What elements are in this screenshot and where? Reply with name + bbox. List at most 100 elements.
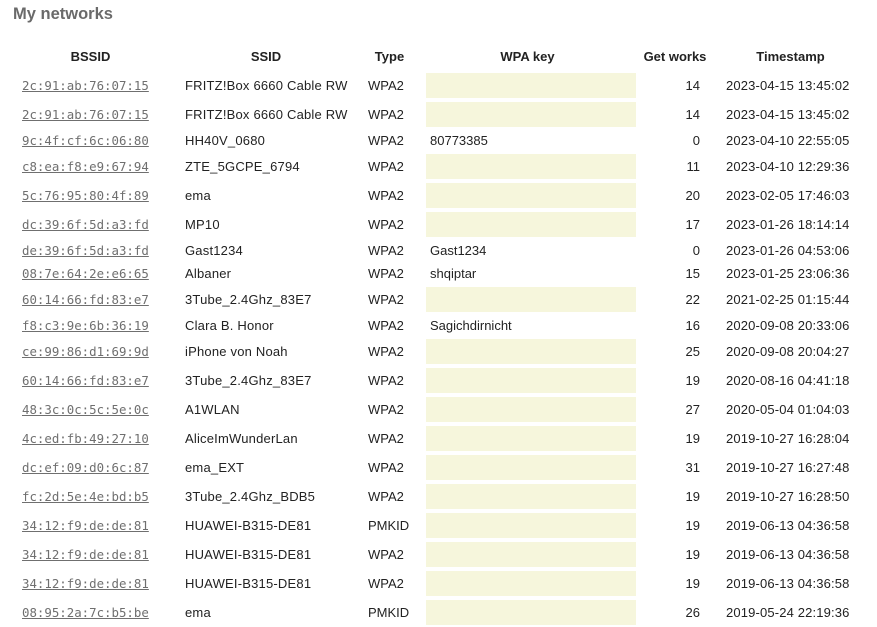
bssid-link[interactable]: de:39:6f:5d:a3:fd (22, 243, 149, 258)
wpa-key-cell (420, 569, 636, 598)
ssid-cell: A1WLAN (185, 402, 240, 417)
get-works-cell: 22 (685, 292, 700, 307)
table-row: de:39:6f:5d:a3:fd Gast1234 WPA2 Gast1234 0 20… (8, 239, 866, 262)
get-works-cell: 19 (685, 431, 700, 446)
wpa-key-input[interactable] (426, 154, 636, 179)
bssid-link[interactable]: dc:39:6f:5d:a3:fd (22, 217, 149, 232)
wpa-key-cell: 80773385 (420, 129, 635, 152)
bssid-cell: ce:99:86:d1:69:9d (8, 337, 173, 366)
type-cell: WPA2 (368, 460, 404, 475)
bssid-cell: 2c:91:ab:76:07:15 (8, 71, 173, 100)
column-header-ssid: SSID (250, 48, 282, 64)
get-works-cell: 20 (685, 188, 700, 203)
wpa-key-input[interactable] (426, 600, 636, 625)
timestamp-cell: 2023-01-26 18:14:14 (726, 217, 850, 232)
networks-table-body: 2c:91:ab:76:07:15 FRITZ!Box 6660 Cable RW… (8, 71, 866, 627)
bssid-cell: dc:ef:09:d0:6c:87 (8, 453, 173, 482)
ssid-cell: 3Tube_2.4Ghz_83E7 (185, 292, 312, 307)
wpa-key-input[interactable] (426, 571, 636, 596)
table-row: 5c:76:95:80:4f:89 ema WPA2 20 2023-02-05 17:… (8, 181, 866, 210)
get-works-cell: 25 (685, 344, 700, 359)
bssid-link[interactable]: c8:ea:f8:e9:67:94 (22, 159, 149, 174)
bssid-link[interactable]: 34:12:f9:de:de:81 (22, 518, 149, 533)
table-row: 08:95:2a:7c:b5:be ema PMKID 26 2019-05-24 22… (8, 598, 866, 627)
type-cell: WPA2 (368, 547, 404, 562)
timestamp-cell: 2019-10-27 16:27:48 (726, 460, 850, 475)
type-cell: PMKID (368, 605, 410, 620)
bssid-link[interactable]: 08:7e:64:2e:e6:65 (22, 266, 149, 281)
column-header-type: Type (374, 48, 405, 64)
timestamp-cell: 2023-02-05 17:46:03 (726, 188, 850, 203)
bssid-link[interactable]: dc:ef:09:d0:6c:87 (22, 460, 149, 475)
ssid-cell: ZTE_5GCPE_6794 (185, 159, 300, 174)
get-works-cell: 31 (685, 460, 700, 475)
wpa-key-cell (420, 152, 636, 181)
wpa-key-cell (420, 511, 636, 540)
type-cell: WPA2 (368, 292, 404, 307)
ssid-cell: HH40V_0680 (185, 133, 266, 148)
bssid-link[interactable]: 60:14:66:fd:83:e7 (22, 373, 149, 388)
wpa-key-input[interactable] (426, 484, 636, 509)
wpa-key-value: Sagichdirnicht (430, 318, 512, 333)
wpa-key-value: 80773385 (430, 133, 488, 148)
wpa-key-cell (420, 337, 636, 366)
wpa-key-input[interactable] (426, 397, 636, 422)
wpa-key-input[interactable] (426, 212, 636, 237)
networks-table: BSSID SSID Type WPA key Get works Timest… (8, 41, 866, 627)
bssid-link[interactable]: fc:2d:5e:4e:bd:b5 (22, 489, 149, 504)
table-row: ce:99:86:d1:69:9d iPhone von Noah WPA2 25 20… (8, 337, 866, 366)
wpa-key-input[interactable] (426, 513, 636, 538)
get-works-cell: 19 (685, 489, 700, 504)
table-row: 34:12:f9:de:de:81 HUAWEI-B315-DE81 WPA2 19 2… (8, 540, 866, 569)
bssid-link[interactable]: 34:12:f9:de:de:81 (22, 576, 149, 591)
bssid-link[interactable]: f8:c3:9e:6b:36:19 (22, 318, 149, 333)
wpa-key-cell (420, 181, 636, 210)
bssid-link[interactable]: 4c:ed:fb:49:27:10 (22, 431, 149, 446)
timestamp-cell: 2021-02-25 01:15:44 (726, 292, 850, 307)
bssid-link[interactable]: 2c:91:ab:76:07:15 (22, 107, 149, 122)
type-cell: WPA2 (368, 159, 404, 174)
bssid-link[interactable]: ce:99:86:d1:69:9d (22, 344, 149, 359)
wpa-key-cell (420, 395, 636, 424)
ssid-cell: FRITZ!Box 6660 Cable RW (185, 107, 348, 122)
wpa-key-input[interactable] (426, 339, 636, 364)
page-title: My networks (13, 5, 113, 23)
wpa-key-input[interactable] (426, 455, 636, 480)
timestamp-cell: 2023-04-15 13:45:02 (726, 107, 850, 122)
ssid-cell: AliceImWunderLan (185, 431, 298, 446)
wpa-key-input[interactable] (426, 287, 636, 312)
column-header-get-works: Get works (643, 48, 707, 64)
wpa-key-input[interactable] (426, 102, 636, 127)
table-row: 34:12:f9:de:de:81 HUAWEI-B315-DE81 WPA2 19 2… (8, 569, 866, 598)
table-row: fc:2d:5e:4e:bd:b5 3Tube_2.4Ghz_BDB5 WPA2 19… (8, 482, 866, 511)
table-row: 4c:ed:fb:49:27:10 AliceImWunderLan WPA2 19 2… (8, 424, 866, 453)
get-works-cell: 0 (692, 243, 700, 258)
bssid-cell: c8:ea:f8:e9:67:94 (8, 152, 173, 181)
wpa-key-input[interactable] (426, 183, 636, 208)
bssid-link[interactable]: 48:3c:0c:5c:5e:0c (22, 402, 149, 417)
type-cell: WPA2 (368, 344, 404, 359)
bssid-link[interactable]: 2c:91:ab:76:07:15 (22, 78, 149, 93)
ssid-cell: MP10 (185, 217, 220, 232)
bssid-link[interactable]: 9c:4f:cf:6c:06:80 (22, 133, 149, 148)
bssid-link[interactable]: 60:14:66:fd:83:e7 (22, 292, 149, 307)
get-works-cell: 11 (686, 159, 701, 174)
timestamp-cell: 2019-05-24 22:19:36 (726, 605, 850, 620)
timestamp-cell: 2023-04-15 13:45:02 (726, 78, 850, 93)
bssid-link[interactable]: 08:95:2a:7c:b5:be (22, 605, 149, 620)
ssid-cell: ema (185, 188, 211, 203)
bssid-link[interactable]: 34:12:f9:de:de:81 (22, 547, 149, 562)
bssid-link[interactable]: 5c:76:95:80:4f:89 (22, 188, 149, 203)
wpa-key-input[interactable] (426, 73, 636, 98)
wpa-key-input[interactable] (426, 368, 636, 393)
table-row: 9c:4f:cf:6c:06:80 HH40V_0680 WPA2 80773385 0… (8, 129, 866, 152)
bssid-cell: fc:2d:5e:4e:bd:b5 (8, 482, 173, 511)
wpa-key-input[interactable] (426, 426, 636, 451)
type-cell: WPA2 (368, 318, 404, 333)
wpa-key-input[interactable] (426, 542, 636, 567)
ssid-cell: Gast1234 (185, 243, 243, 258)
table-row: 08:7e:64:2e:e6:65 Albaner WPA2 shqiptar 15 20… (8, 262, 866, 285)
bssid-cell: dc:39:6f:5d:a3:fd (8, 210, 173, 239)
get-works-cell: 19 (685, 518, 700, 533)
type-cell: WPA2 (368, 217, 404, 232)
